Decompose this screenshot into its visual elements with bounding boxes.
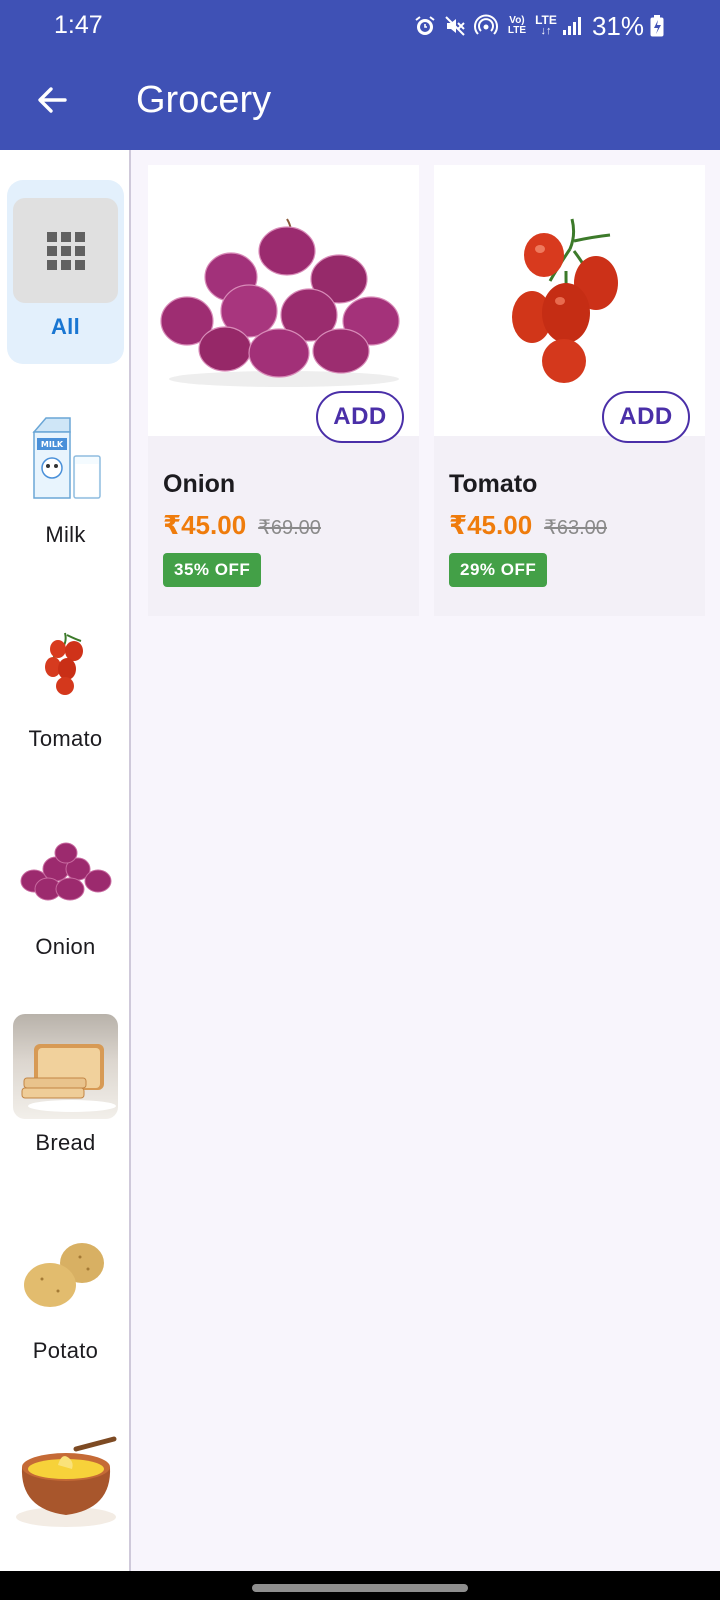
- alarm-icon: [410, 0, 440, 52]
- volte-bottom-label: LTE: [507, 25, 527, 36]
- status-icons: Vo) LTE LTE ↓↑ 31%: [410, 0, 720, 52]
- app-bar: Grocery: [0, 52, 720, 150]
- discount-badge: 29% OFF: [449, 553, 548, 587]
- category-sidebar[interactable]: All MILK Milk Tomato Onion Bread Potato: [0, 150, 131, 1571]
- volte-icon: Vo) LTE: [502, 0, 532, 52]
- onion-image: [13, 818, 118, 923]
- product-price-row: ₹45.00 ₹63.00: [449, 510, 607, 541]
- category-item-milk[interactable]: MILK Milk: [7, 388, 124, 572]
- sale-price: ₹45.00: [449, 510, 533, 540]
- back-button[interactable]: [24, 72, 80, 128]
- product-card-onion[interactable]: ADD Onion ₹45.00 ₹69.00 35% OFF: [148, 165, 419, 616]
- category-label: Potato: [32, 1338, 99, 1363]
- bread-image: [13, 1014, 118, 1119]
- page-title: Grocery: [136, 79, 272, 121]
- discount-badge: 35% OFF: [163, 553, 262, 587]
- grid-icon: [46, 231, 85, 270]
- category-item-bread[interactable]: Bread: [7, 996, 124, 1180]
- category-label: Milk: [45, 522, 86, 547]
- product-price-row: ₹45.00 ₹69.00: [163, 510, 321, 541]
- svg-text:MILK: MILK: [40, 440, 63, 449]
- category-item-potato[interactable]: Potato: [7, 1204, 124, 1388]
- potato-image: [13, 1222, 118, 1327]
- add-button[interactable]: ADD: [316, 391, 404, 443]
- product-name: Tomato: [449, 470, 538, 498]
- ghee-image: [13, 1426, 118, 1531]
- product-name: Onion: [163, 470, 236, 498]
- status-time: 1:47: [54, 11, 103, 39]
- category-item-onion[interactable]: Onion: [7, 800, 124, 984]
- tomato-image: [13, 610, 118, 715]
- milk-image: MILK: [13, 406, 118, 511]
- battery-percent: 31%: [591, 10, 644, 41]
- status-bar: 1:47 Vo) LTE LTE ↓↑ 31%: [0, 0, 720, 52]
- add-button[interactable]: ADD: [602, 391, 690, 443]
- category-label: Onion: [35, 934, 96, 959]
- hotspot-icon: [470, 0, 502, 52]
- arrow-left-icon: [38, 87, 67, 113]
- battery-charging-icon: [646, 0, 668, 52]
- home-handle[interactable]: [252, 1584, 468, 1592]
- data-arrows-icon: ↓↑: [540, 25, 552, 37]
- category-item-ghee[interactable]: [7, 1408, 124, 1571]
- signal-icon: [560, 0, 584, 52]
- lte-icon: LTE ↓↑: [532, 0, 560, 52]
- system-nav-bar: [0, 1571, 720, 1600]
- original-price: ₹63.00: [544, 517, 607, 539]
- category-item-tomato[interactable]: Tomato: [7, 592, 124, 776]
- category-label: All: [50, 314, 80, 339]
- category-item-all[interactable]: All: [7, 180, 124, 364]
- product-card-tomato[interactable]: ADD Tomato ₹45.00 ₹63.00 29% OFF: [434, 165, 705, 616]
- category-image: [13, 198, 118, 303]
- category-label: Tomato: [28, 726, 103, 751]
- sale-price: ₹45.00: [163, 510, 247, 540]
- original-price: ₹69.00: [258, 517, 321, 539]
- mute-icon: [440, 0, 470, 52]
- category-label: Bread: [35, 1130, 96, 1155]
